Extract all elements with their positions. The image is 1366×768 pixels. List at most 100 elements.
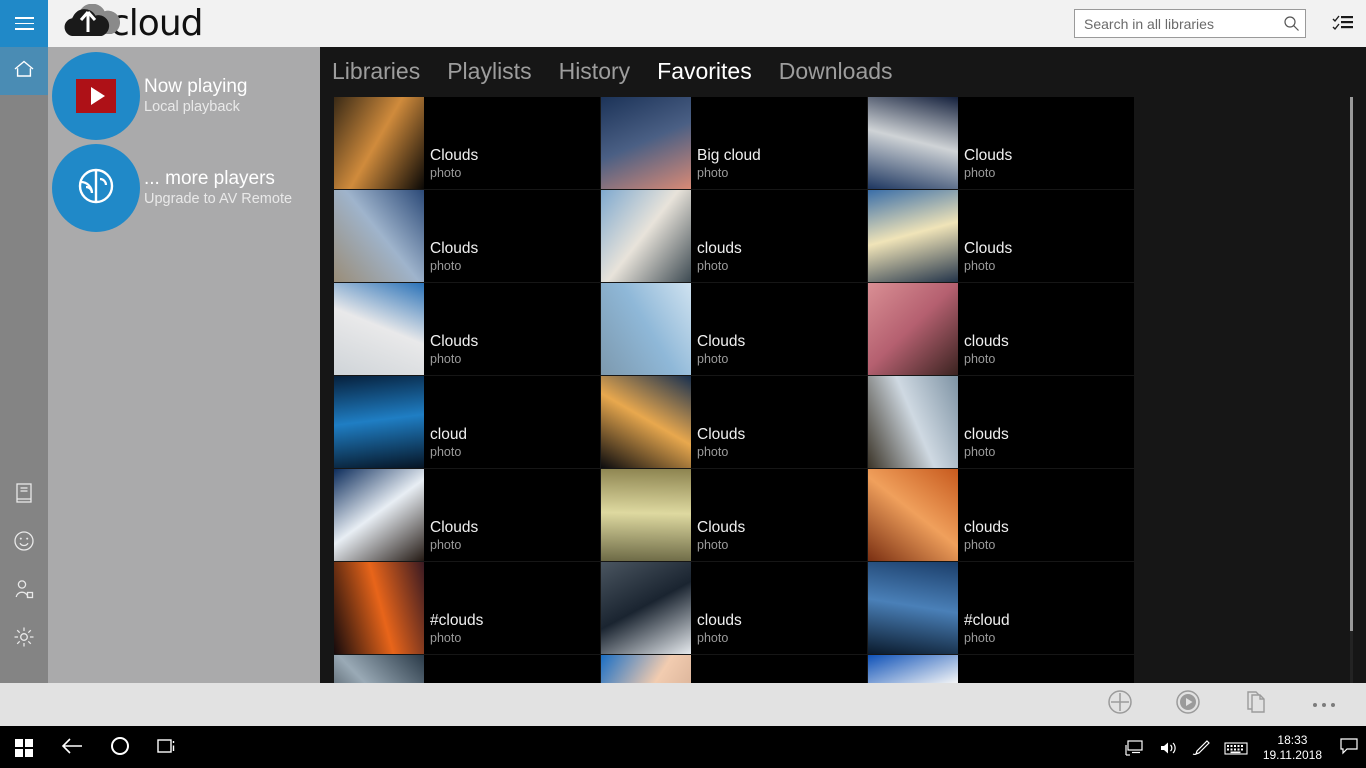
media-tile-title: Big cloud: [697, 147, 761, 164]
home-icon: [13, 59, 35, 84]
media-thumbnail: [868, 562, 958, 654]
pen-icon[interactable]: [1185, 728, 1219, 768]
media-tile-subtitle: photo: [430, 352, 462, 366]
now-playing-button[interactable]: [52, 52, 140, 140]
sidebar-item-home[interactable]: [0, 47, 48, 95]
speaker-icon[interactable]: [1151, 728, 1185, 768]
media-tile-meta: clouds photo: [697, 239, 863, 274]
tab-playlists[interactable]: Playlists: [447, 58, 531, 85]
clock-time: 18:33: [1277, 733, 1308, 747]
scrollbar-thumb[interactable]: [1350, 97, 1353, 631]
media-tile-meta: Clouds photo: [697, 518, 863, 553]
more-button[interactable]: [1290, 683, 1358, 726]
media-thumbnail: [868, 283, 958, 375]
start-button[interactable]: [0, 728, 48, 768]
media-tile-title: Clouds: [697, 426, 746, 443]
app-command-bar: [0, 683, 1366, 728]
main-content: Libraries Playlists History Favorites Downlo…: [320, 47, 1366, 683]
media-tile-title: Clouds: [430, 240, 479, 257]
search-icon[interactable]: [1277, 15, 1305, 32]
media-tile[interactable]: [601, 655, 867, 683]
tab-downloads[interactable]: Downloads: [779, 58, 893, 85]
tab-favorites[interactable]: Favorites: [657, 58, 752, 85]
media-tile[interactable]: clouds photo: [868, 283, 1134, 375]
media-thumbnail: [601, 97, 691, 189]
media-tile[interactable]: Clouds photo: [334, 283, 600, 375]
media-tile-meta: Clouds photo: [964, 239, 1130, 274]
play-button[interactable]: [1154, 683, 1222, 726]
media-tile-subtitle: photo: [964, 259, 996, 273]
media-tile[interactable]: Clouds photo: [601, 283, 867, 375]
menu-button[interactable]: [0, 0, 48, 47]
sidebar-item-settings[interactable]: [0, 615, 48, 663]
media-grid: Clouds photo Big cloud photo Clouds photo Clou…: [334, 97, 1138, 683]
media-tile[interactable]: Clouds photo: [334, 469, 600, 561]
media-tile-meta: #cloud photo: [964, 611, 1130, 646]
cortana-circle-icon: [109, 735, 131, 762]
media-thumbnail: [601, 376, 691, 468]
media-tile-title: clouds: [697, 612, 742, 629]
play-icon: [76, 79, 116, 113]
sidebar-item-book[interactable]: [0, 471, 48, 519]
media-thumbnail: [334, 283, 424, 375]
sidebar-item-account[interactable]: [0, 567, 48, 615]
media-tile[interactable]: Clouds photo: [334, 97, 600, 189]
media-tile-meta: Clouds photo: [697, 332, 863, 367]
media-tile[interactable]: clouds photo: [601, 562, 867, 654]
checklist-icon[interactable]: [1329, 12, 1357, 34]
tab-history[interactable]: History: [559, 58, 631, 85]
task-view-button[interactable]: [144, 728, 192, 768]
media-tile[interactable]: [334, 655, 600, 683]
media-tile[interactable]: clouds photo: [868, 469, 1134, 561]
media-tile-subtitle: photo: [697, 445, 729, 459]
media-tile[interactable]: clouds photo: [601, 190, 867, 282]
keyboard-icon[interactable]: [1219, 728, 1253, 768]
copy-button[interactable]: [1222, 683, 1290, 726]
media-tile-title: clouds: [964, 519, 1009, 536]
media-tile[interactable]: #cloud photo: [868, 562, 1134, 654]
media-thumbnail: [868, 97, 958, 189]
media-tile-subtitle: photo: [964, 166, 996, 180]
media-tile-title: #clouds: [430, 612, 484, 629]
media-tile-subtitle: photo: [697, 631, 729, 645]
add-to-button[interactable]: [1086, 683, 1154, 726]
media-tile[interactable]: Clouds photo: [601, 469, 867, 561]
network-icon[interactable]: [1117, 728, 1151, 768]
media-tile-subtitle: photo: [697, 166, 729, 180]
search-box[interactable]: [1074, 9, 1306, 38]
back-button[interactable]: [48, 728, 96, 768]
action-center-button[interactable]: [1332, 728, 1366, 768]
media-thumbnail: [868, 190, 958, 282]
media-tile[interactable]: Clouds photo: [334, 190, 600, 282]
user-icon: [13, 578, 35, 605]
media-thumbnail: [334, 469, 424, 561]
media-thumbnail: [334, 562, 424, 654]
media-tile-title: Clouds: [430, 147, 479, 164]
media-tile[interactable]: Clouds photo: [868, 97, 1134, 189]
media-tile[interactable]: Clouds photo: [868, 190, 1134, 282]
tab-libraries[interactable]: Libraries: [332, 58, 420, 85]
media-tile-meta: clouds photo: [964, 332, 1130, 367]
media-tile[interactable]: cloud photo: [334, 376, 600, 468]
search-input[interactable]: [1075, 15, 1277, 32]
more-players-button[interactable]: [52, 144, 140, 232]
media-tile-title: Clouds: [964, 147, 1013, 164]
more-players-row[interactable]: ... more players Upgrade to AV Remote: [48, 144, 292, 232]
media-tile-title: Clouds: [430, 519, 479, 536]
media-tile-title: Clouds: [697, 333, 746, 350]
clock[interactable]: 18:33 19.11.2018: [1253, 733, 1332, 763]
cortana-button[interactable]: [96, 728, 144, 768]
more-players-text: ... more players Upgrade to AV Remote: [144, 168, 292, 209]
media-tile-subtitle: photo: [697, 538, 729, 552]
media-tile[interactable]: Clouds photo: [601, 376, 867, 468]
now-playing-row[interactable]: Now playing Local playback: [48, 52, 248, 140]
media-tile-meta: Big cloud photo: [697, 146, 863, 181]
media-tile[interactable]: #clouds photo: [334, 562, 600, 654]
media-tile[interactable]: Big cloud photo: [601, 97, 867, 189]
media-tile-meta: clouds photo: [697, 611, 863, 646]
media-tile-subtitle: photo: [697, 352, 729, 366]
media-tile[interactable]: clouds photo: [868, 376, 1134, 468]
notification-icon: [1339, 737, 1359, 760]
media-tile[interactable]: [868, 655, 1134, 683]
sidebar-item-feedback[interactable]: [0, 519, 48, 567]
